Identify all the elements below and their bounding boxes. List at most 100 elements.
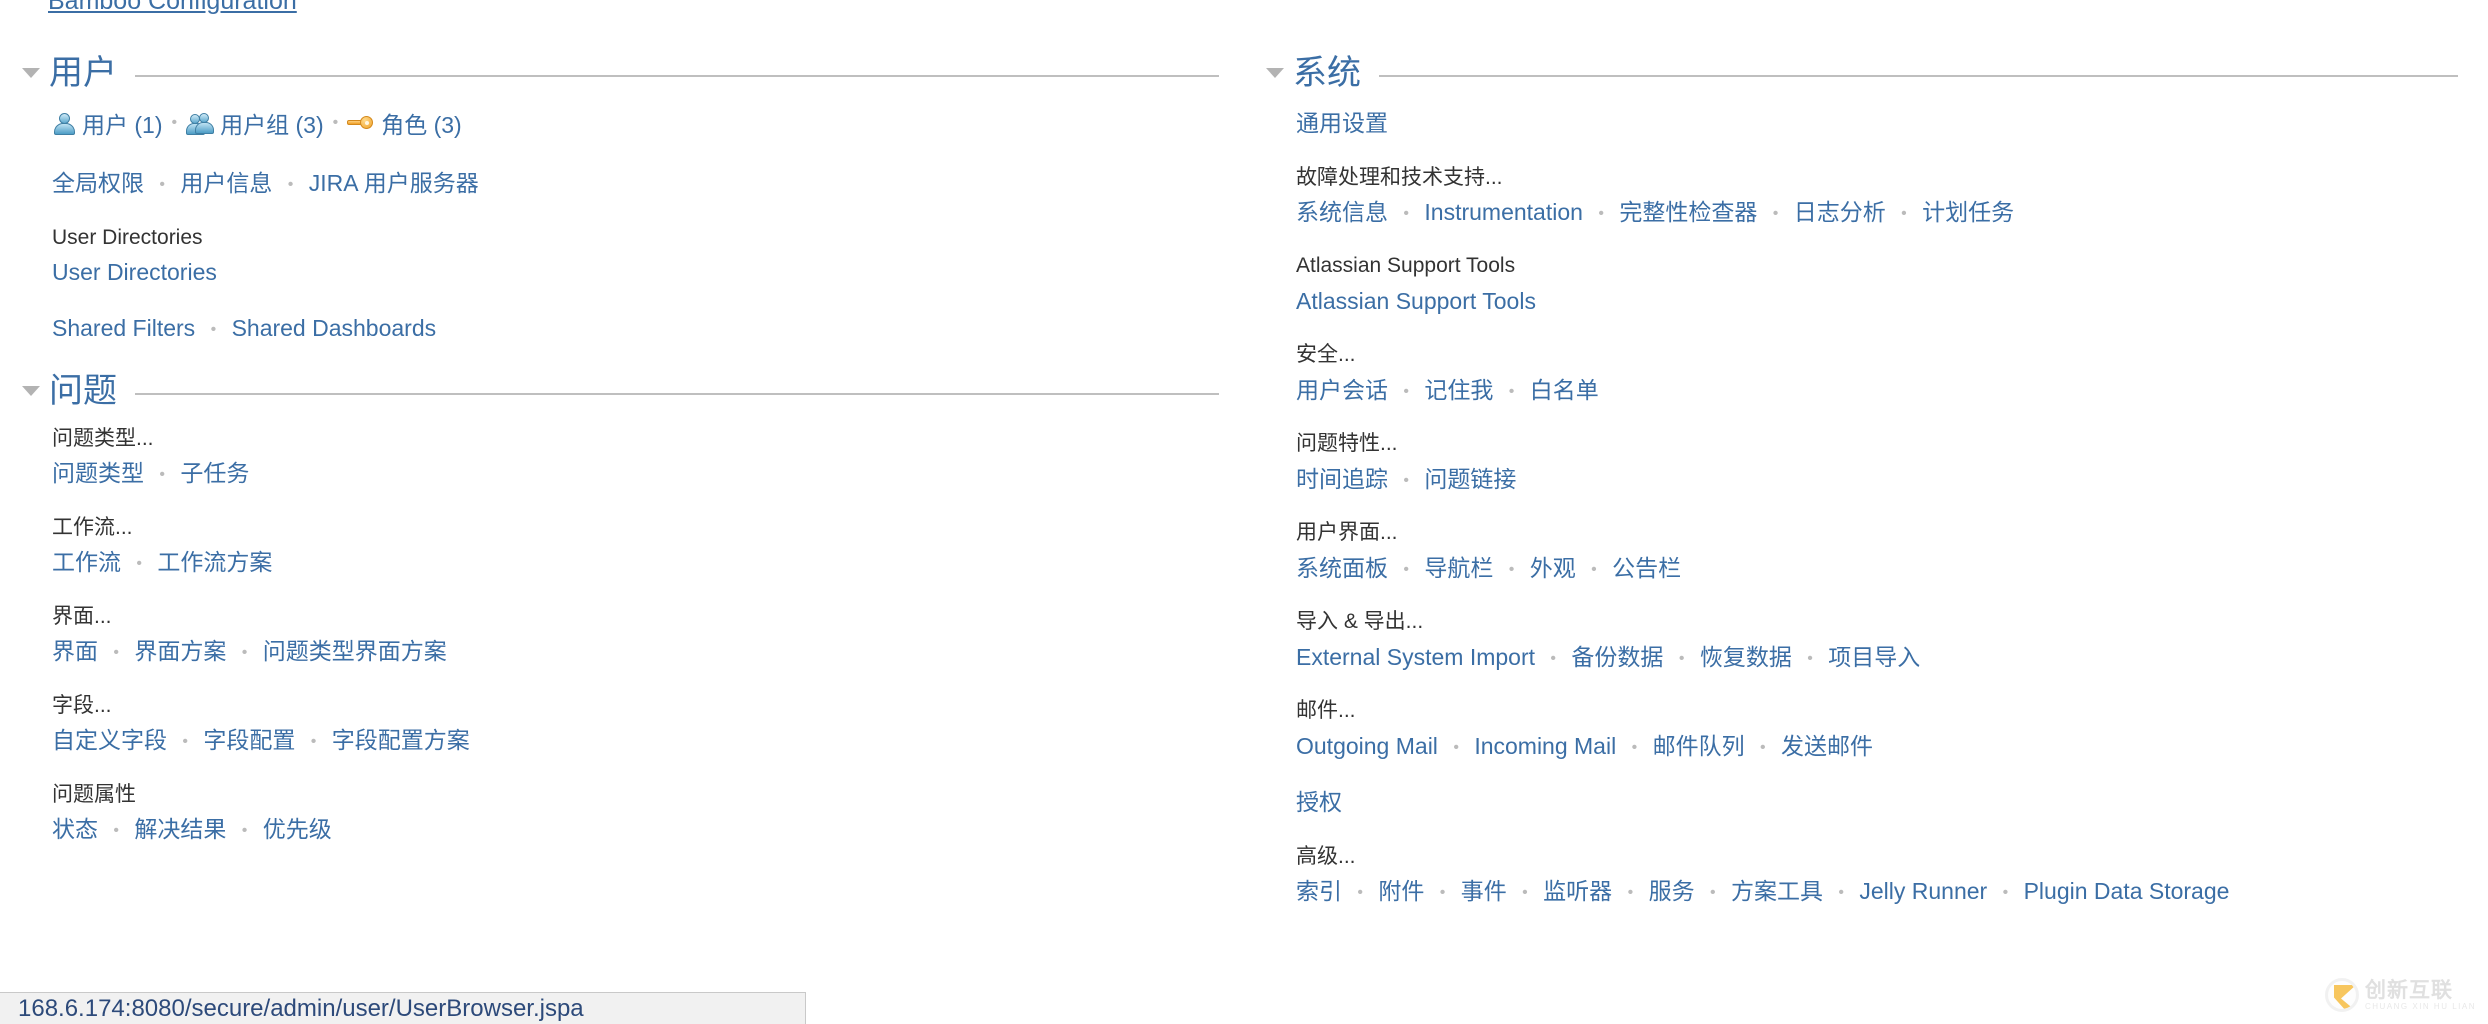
- bullet-separator: •: [1701, 884, 1725, 901]
- bullet-separator: •: [233, 822, 257, 839]
- link-whitelist[interactable]: 白名单: [1530, 377, 1599, 403]
- bullet-separator: •: [233, 644, 257, 661]
- link-jira-user-server[interactable]: JIRA 用户服务器: [309, 170, 479, 196]
- bamboo-configuration-link[interactable]: Bamboo Configuration: [48, 0, 297, 16]
- link-issue-linking[interactable]: 问题链接: [1424, 466, 1516, 492]
- group-links: 工作流 • 工作流方案: [52, 545, 1219, 580]
- link-resolutions[interactable]: 解决结果: [134, 816, 226, 842]
- link-attachments[interactable]: 附件: [1378, 878, 1424, 904]
- bullet-separator: •: [324, 114, 348, 132]
- watermark-cn: 创新互联: [2365, 980, 2476, 1001]
- bullet-separator: •: [104, 822, 128, 839]
- link-license[interactable]: 授权: [1296, 789, 1342, 815]
- link-screens[interactable]: 界面: [52, 638, 98, 664]
- group-shared: Shared Filters • Shared Dashboards: [52, 311, 1219, 346]
- bullet-separator: •: [1764, 205, 1788, 222]
- bullet-separator: •: [1541, 650, 1565, 667]
- link-top-navigation-bar[interactable]: 导航栏: [1424, 555, 1493, 581]
- user-groups-link-label: 用户组 (3): [220, 106, 324, 140]
- group-label-user-interface: 用户界面...: [1296, 518, 2458, 548]
- group-label-advanced: 高级...: [1296, 842, 2458, 872]
- link-shared-dashboards[interactable]: Shared Dashboards: [232, 315, 437, 341]
- link-user-info[interactable]: 用户信息: [180, 170, 272, 196]
- link-global-permissions[interactable]: 全局权限: [52, 170, 144, 196]
- group-links: 时间追踪 • 问题链接: [1296, 462, 2458, 497]
- link-restore-data[interactable]: 恢复数据: [1700, 644, 1792, 670]
- link-screen-schemes[interactable]: 界面方案: [134, 638, 226, 664]
- link-subtasks[interactable]: 子任务: [180, 460, 249, 486]
- link-listeners[interactable]: 监听器: [1543, 878, 1612, 904]
- link-plugin-data-storage[interactable]: Plugin Data Storage: [2024, 878, 2230, 904]
- link-indexing[interactable]: 索引: [1296, 878, 1342, 904]
- collapse-triangle-icon[interactable]: [1266, 68, 1284, 78]
- group-label-mail: 邮件...: [1296, 696, 2458, 726]
- roles-link-label: 角色 (3): [381, 106, 462, 140]
- link-atlassian-support-tools[interactable]: Atlassian Support Tools: [1296, 288, 1536, 314]
- group-links: User Directories: [52, 255, 1219, 290]
- collapse-triangle-icon[interactable]: [22, 68, 40, 78]
- link-custom-fields[interactable]: 自定义字段: [52, 727, 167, 753]
- link-jelly-runner[interactable]: Jelly Runner: [1859, 878, 1987, 904]
- group-label-import-export: 导入 & 导出...: [1296, 607, 2458, 637]
- bullet-separator: •: [1589, 205, 1613, 222]
- link-backup-data[interactable]: 备份数据: [1571, 644, 1663, 670]
- link-mail-queue[interactable]: 邮件队列: [1653, 733, 1745, 759]
- link-system-info[interactable]: 系统信息: [1296, 199, 1388, 225]
- bullet-separator: •: [173, 733, 197, 750]
- bullet-separator: •: [1670, 650, 1694, 667]
- group-links: 索引 • 附件 • 事件 • 监听器 • 服务 • 方案工具 • Jelly R…: [1296, 874, 2458, 909]
- link-field-configurations[interactable]: 字段配置: [203, 727, 295, 753]
- status-url: 168.6.174:8080/secure/admin/user/UserBro…: [18, 995, 584, 1023]
- collapse-triangle-icon[interactable]: [22, 386, 40, 396]
- link-user-sessions[interactable]: 用户会话: [1296, 377, 1388, 403]
- link-system-dashboard[interactable]: 系统面板: [1296, 555, 1388, 581]
- group-links: 授权: [1296, 785, 2458, 820]
- link-look-and-feel[interactable]: 外观: [1530, 555, 1576, 581]
- users-link[interactable]: 用户 (1): [52, 106, 163, 140]
- group-advanced: 高级... 索引 • 附件 • 事件 • 监听器 • 服务 • 方案工具 •: [1296, 842, 2458, 909]
- link-instrumentation[interactable]: Instrumentation: [1424, 199, 1583, 225]
- watermark-text: 创新互联 CHUANG XIN HU LIAN: [2365, 980, 2476, 1011]
- group-links: 状态 • 解决结果 • 优先级: [52, 812, 1219, 847]
- group-screens: 界面... 界面 • 界面方案 • 问题类型界面方案: [52, 602, 1219, 669]
- user-groups-link[interactable]: 用户组 (3): [186, 106, 324, 140]
- link-statuses[interactable]: 状态: [52, 816, 98, 842]
- bullet-separator: •: [1798, 650, 1822, 667]
- group-general-configuration: 通用设置: [1296, 106, 2458, 141]
- group-links: Shared Filters • Shared Dashboards: [52, 311, 1219, 346]
- link-user-directories[interactable]: User Directories: [52, 259, 217, 285]
- link-outgoing-mail[interactable]: Outgoing Mail: [1296, 733, 1438, 759]
- group-links: 界面 • 界面方案 • 问题类型界面方案: [52, 634, 1219, 669]
- roles-link[interactable]: 角色 (3): [347, 106, 462, 140]
- link-workflows[interactable]: 工作流: [52, 549, 121, 575]
- bullet-separator: •: [1994, 884, 2018, 901]
- link-issue-type-screen-schemes[interactable]: 问题类型界面方案: [263, 638, 447, 664]
- section-title-issues: 问题: [49, 374, 121, 408]
- link-incoming-mail[interactable]: Incoming Mail: [1474, 733, 1616, 759]
- group-label-issue-types: 问题类型...: [52, 424, 1219, 454]
- link-shared-filters[interactable]: Shared Filters: [52, 315, 195, 341]
- link-time-tracking[interactable]: 时间追踪: [1296, 466, 1388, 492]
- group-issue-types: 问题类型... 问题类型 • 子任务: [52, 424, 1219, 491]
- section-title-system: 系统: [1293, 56, 1365, 90]
- watermark-logo-icon: [2325, 978, 2359, 1012]
- link-log-analysis[interactable]: 日志分析: [1794, 199, 1886, 225]
- group-links: 系统面板 • 导航栏 • 外观 • 公告栏: [1296, 551, 2458, 586]
- link-scheduler-details[interactable]: 计划任务: [1922, 199, 2014, 225]
- link-remember-me[interactable]: 记住我: [1424, 377, 1493, 403]
- bullet-separator: •: [302, 733, 326, 750]
- link-general-configuration[interactable]: 通用设置: [1296, 110, 1388, 136]
- link-services[interactable]: 服务: [1649, 878, 1695, 904]
- link-scheme-tools[interactable]: 方案工具: [1731, 878, 1823, 904]
- link-priorities[interactable]: 优先级: [263, 816, 332, 842]
- link-events[interactable]: 事件: [1461, 878, 1507, 904]
- link-field-configuration-schemes[interactable]: 字段配置方案: [332, 727, 470, 753]
- link-send-email[interactable]: 发送邮件: [1781, 733, 1873, 759]
- link-announcement-banner[interactable]: 公告栏: [1612, 555, 1681, 581]
- link-issue-types[interactable]: 问题类型: [52, 460, 144, 486]
- link-workflow-schemes[interactable]: 工作流方案: [157, 549, 272, 575]
- link-integrity-checker[interactable]: 完整性检查器: [1619, 199, 1757, 225]
- bullet-separator: •: [1619, 884, 1643, 901]
- link-external-system-import[interactable]: External System Import: [1296, 644, 1535, 670]
- link-project-import[interactable]: 项目导入: [1828, 644, 1920, 670]
